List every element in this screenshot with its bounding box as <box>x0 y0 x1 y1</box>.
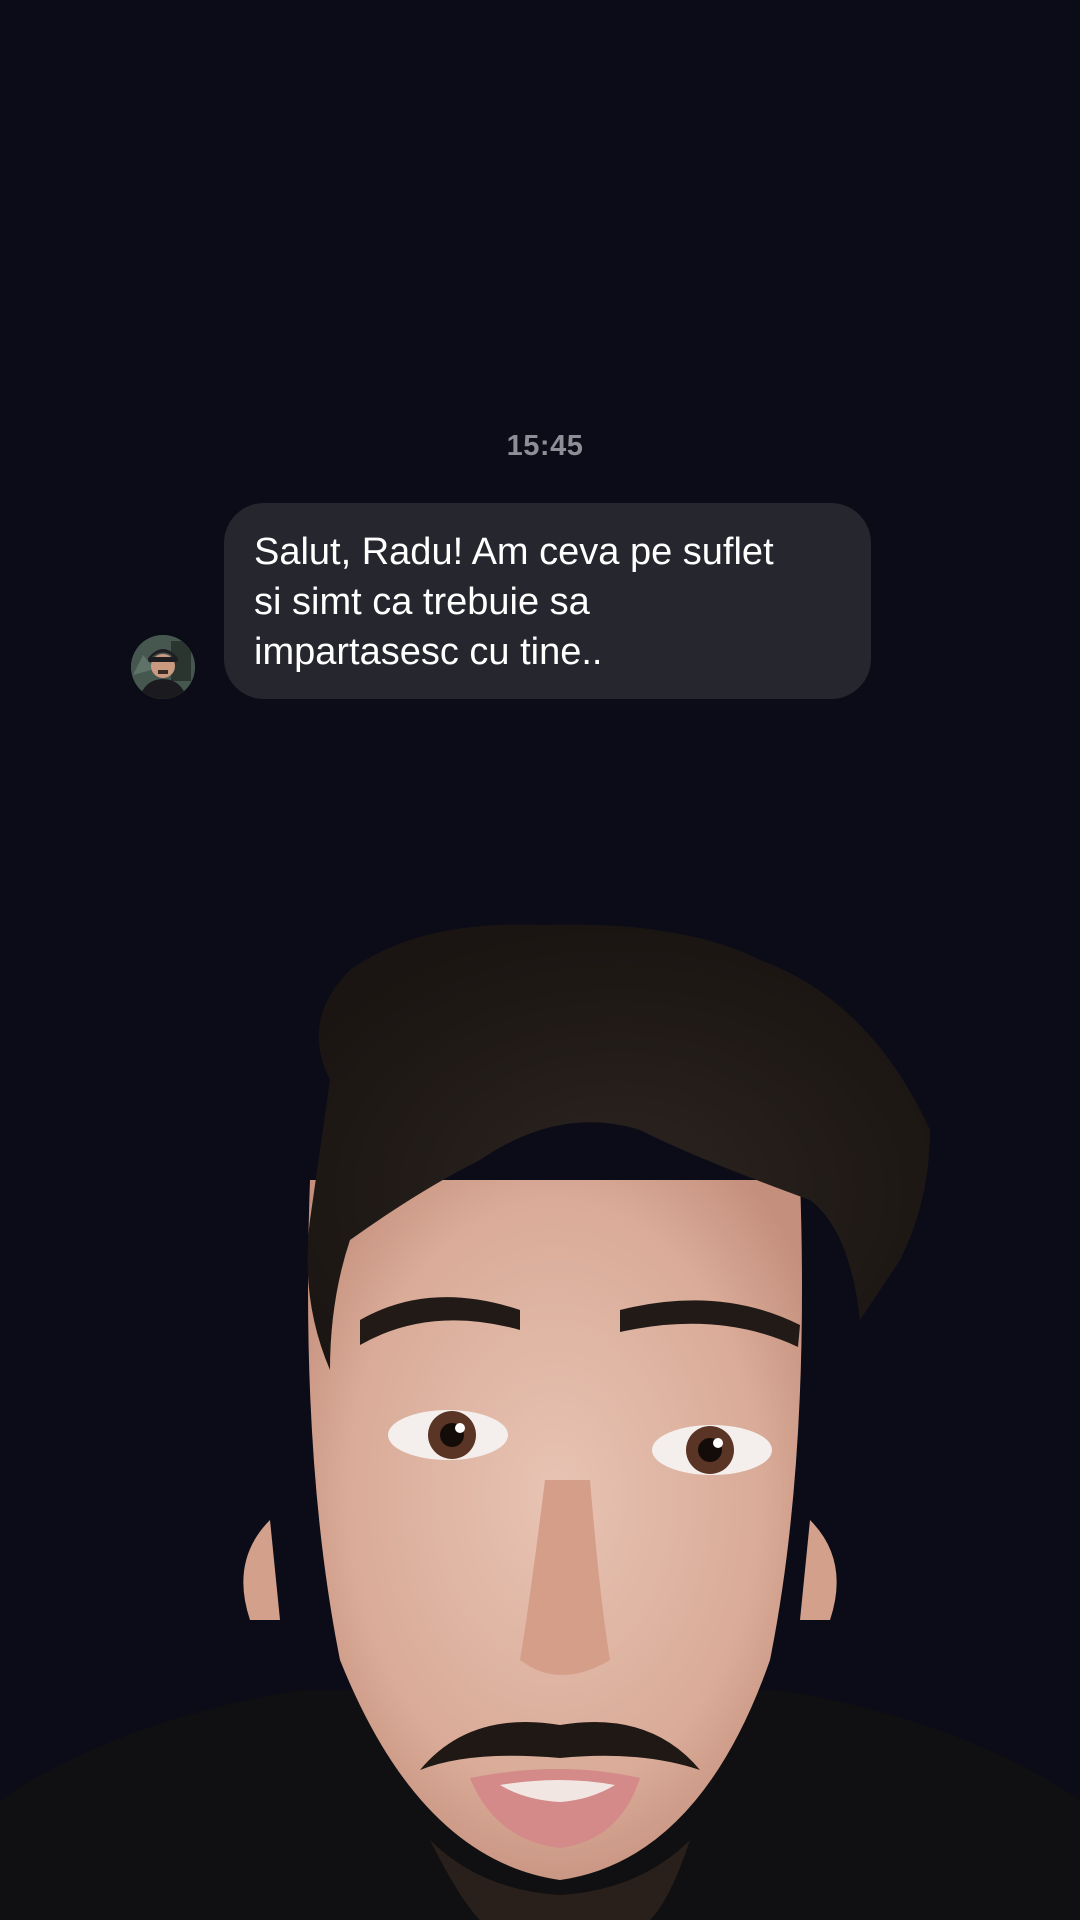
incoming-message-row: Salut, Radu! Am ceva pe suflet si simt c… <box>131 503 871 699</box>
person-portrait-icon <box>0 924 1080 1920</box>
chat-screen: 15:45 Salut, Radu! Am ceva pe suflet si … <box>0 0 1080 1920</box>
message-timestamp: 15:45 <box>506 430 584 462</box>
message-bubble[interactable]: Salut, Radu! Am ceva pe suflet si simt c… <box>224 503 871 699</box>
sender-avatar[interactable] <box>131 635 195 699</box>
speaker-video-overlay <box>0 900 1080 1920</box>
avatar-photo-icon <box>131 635 195 699</box>
